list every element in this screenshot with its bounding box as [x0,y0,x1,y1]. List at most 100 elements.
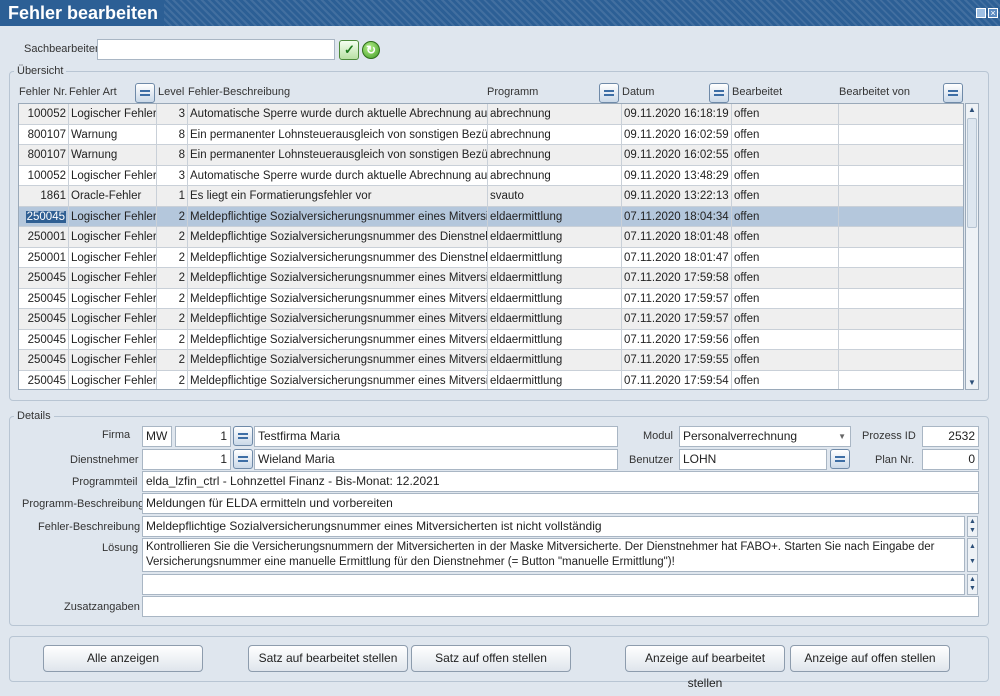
table-row[interactable]: 250045 Logischer Fehler 2 Meldepflichtige S… [19,309,963,330]
table-row[interactable]: 250045 Logischer Fehler 2 Meldepflichtige S… [19,329,963,350]
cell-level: 2 [157,370,188,389]
benutzer-field[interactable]: LOHN [679,449,827,470]
dienstnehmer-lookup-icon[interactable] [233,449,253,469]
loesung-field[interactable]: Kontrollieren Sie die Versicherungsnumme… [142,538,965,572]
cell-nr: 250045 [19,288,69,309]
cell-beschreibung: Meldepflichtige Sozialversicherungsnumme… [188,350,488,370]
satz-bearbeitet-button[interactable]: Satz auf bearbeitet stellen [248,645,408,672]
table-scrollbar[interactable]: ▲ ▼ [965,103,979,390]
cell-art: Warnung [69,145,157,165]
cell-von [839,330,963,350]
firma-nr-field[interactable]: 1 [175,426,231,447]
cell-datum: 07.11.2020 17:59:56 [622,329,732,350]
col-header-beschreibung: Fehler-Beschreibung [188,86,291,98]
firma-name-field[interactable]: Testfirma Maria [254,426,618,447]
programmteil-field[interactable]: elda_lzfin_ctrl - Lohnzettel Finanz - Bi… [142,471,979,492]
table-row[interactable]: 100052 Logischer Fehler 3 Automatische Sper… [19,104,963,125]
cell-datum: 07.11.2020 17:59:54 [622,370,732,389]
filter-icon[interactable] [709,83,729,103]
cell-art: Logischer Fehler [69,370,157,389]
cell-datum: 07.11.2020 18:01:47 [622,247,732,268]
cell-art: Logischer Fehler [69,288,157,309]
cell-programm: eldaermittlung [488,329,622,350]
filter-icon[interactable] [599,83,619,103]
cell-art: Logischer Fehler [69,350,157,370]
plan-nr-field[interactable]: 0 [922,449,979,470]
close-icon[interactable]: × [988,8,998,18]
scroll-down-icon[interactable]: ▼ [966,377,978,389]
table-row[interactable]: 250045 Logischer Fehler 2 Meldepflichtige S… [19,206,963,227]
filter-icon[interactable] [135,83,155,103]
fehler-beschreibung-spinner[interactable]: ▲ ▼ [967,516,978,537]
cell-von [839,371,963,390]
cell-programm: abrechnung [488,124,622,145]
cell-datum: 07.11.2020 18:01:48 [622,227,732,247]
table-row[interactable]: 250045 Logischer Fehler 2 Meldepflichtige S… [19,350,963,371]
table-row[interactable]: 250045 Logischer Fehler 2 Meldepflichtige S… [19,288,963,309]
cell-nr: 800107 [19,145,69,165]
sachbearbeiter-input[interactable] [97,39,335,60]
cell-beschreibung: Automatische Sperre wurde durch aktuelle… [188,165,488,186]
cell-beschreibung: Meldepflichtige Sozialversicherungsnumme… [188,227,488,247]
cell-art: Oracle-Fehler [69,186,157,206]
plan-nr-label: Plan Nr. [875,454,915,466]
programm-beschreibung-label: Programm-Beschreibung [22,498,145,510]
col-header-bearbeitet: Bearbeitet [732,86,783,98]
anzeige-offen-button[interactable]: Anzeige auf offen stellen [790,645,950,672]
firma-lookup-icon[interactable] [233,426,253,446]
fehler-beschreibung-field[interactable]: Meldepflichtige Sozialversicherungsnumme… [142,516,965,537]
alle-anzeigen-button[interactable]: Alle anzeigen [43,645,203,672]
modul-select[interactable]: Personalverrechnung ▼ [679,426,851,447]
cell-nr: 250045 [19,268,69,288]
cell-beschreibung: Meldepflichtige Sozialversicherungsnumme… [188,329,488,350]
table-row[interactable]: 250001 Logischer Fehler 2 Meldepflichtige S… [19,227,963,248]
cell-nr: 1861 [19,186,69,206]
loesung-extra-field[interactable] [142,574,965,595]
cell-art: Logischer Fehler [69,206,157,227]
cell-nr: 250045 [19,370,69,389]
cell-datum: 09.11.2020 13:22:13 [622,186,732,206]
cell-level: 3 [157,165,188,186]
filter-icon[interactable] [943,83,963,103]
cell-art: Logischer Fehler [69,268,157,288]
table-row[interactable]: 250045 Logischer Fehler 2 Meldepflichtige S… [19,268,963,289]
firma-code-field[interactable]: MW [142,426,172,447]
loesung-spinner[interactable]: ▲ ▼ [967,538,978,572]
refresh-icon[interactable]: ↻ [362,41,380,59]
prozess-id-field[interactable]: 2532 [922,426,979,447]
chevron-down-icon: ▼ [838,432,846,441]
scroll-up-icon[interactable]: ▲ [966,104,978,116]
confirm-icon[interactable]: ✓ [339,40,359,60]
anzeige-bearbeitet-button[interactable]: Anzeige auf bearbeitet stellen [625,645,785,690]
dienstnehmer-nr-field[interactable]: 1 [142,449,231,470]
cell-level: 8 [157,145,188,165]
cell-datum: 07.11.2020 17:59:58 [622,268,732,288]
col-header-level: Level [158,86,185,98]
table-row[interactable]: 100052 Logischer Fehler 3 Automatische Sper… [19,165,963,186]
table-row[interactable]: 800107 Warnung 8 Ein permanenter Lohnsteuer… [19,145,963,166]
cell-datum: 07.11.2020 17:59:57 [622,288,732,309]
cell-nr: 250045 [19,206,69,227]
table-row[interactable]: 250045 Logischer Fehler 2 Meldepflichtige S… [19,370,963,390]
benutzer-lookup-icon[interactable] [830,449,850,469]
satz-offen-button[interactable]: Satz auf offen stellen [411,645,571,672]
cell-beschreibung: Es liegt ein Formatierungsfehler vor [188,186,488,206]
cell-von [839,227,963,247]
cell-programm: eldaermittlung [488,288,622,309]
dienstnehmer-name-field[interactable]: Wieland Maria [254,449,618,470]
cell-datum: 09.11.2020 16:02:55 [622,145,732,165]
cell-nr: 100052 [19,165,69,186]
cell-von [839,248,963,268]
cell-von [839,104,963,124]
col-header-art: Fehler Art [69,86,117,98]
minimize-icon[interactable] [976,8,986,18]
programm-beschreibung-field[interactable]: Meldungen für ELDA ermitteln und vorbere… [142,493,979,514]
scroll-thumb[interactable] [967,118,977,228]
table-row[interactable]: 250001 Logischer Fehler 2 Meldepflichtige S… [19,247,963,268]
table-row[interactable]: 800107 Warnung 8 Ein permanenter Lohnsteuer… [19,124,963,145]
loesung-extra-spinner[interactable]: ▲ ▼ [967,574,978,595]
cell-bearbeitet: offen [732,186,839,206]
zusatzangaben-field[interactable] [142,596,979,617]
table-row[interactable]: 1861 Oracle-Fehler 1 Es liegt ein Formatier… [19,186,963,207]
details-legend: Details [14,410,54,422]
